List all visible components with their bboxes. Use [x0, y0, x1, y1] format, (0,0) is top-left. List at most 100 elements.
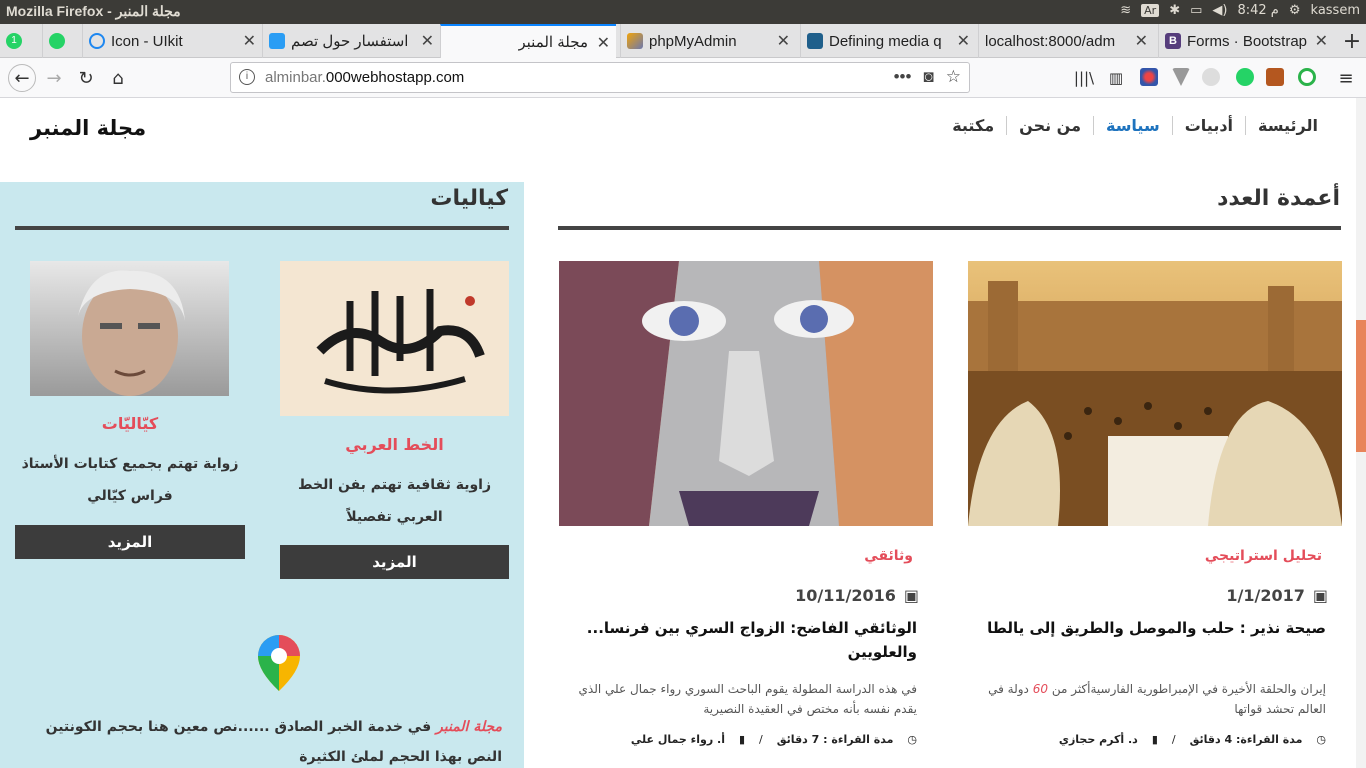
tab-whatsapp-2[interactable] [42, 24, 82, 58]
tab-label: Defining media q [829, 32, 942, 50]
post-author[interactable]: د. أكرم حجازي [1059, 733, 1138, 746]
clock-icon: ◷ [907, 733, 917, 746]
menu-item-literature[interactable]: أدبيات [1171, 116, 1245, 135]
back-button[interactable]: ← [8, 64, 36, 92]
tab-bootstrap[interactable]: B Forms · Bootstrap ✕ [1158, 24, 1334, 58]
menu-item-library[interactable]: مكتبة [940, 116, 1006, 135]
window-title: Mozilla Firefox - مجلة المنبر [6, 3, 181, 19]
tab-whatsapp-1[interactable]: 1 [0, 24, 42, 58]
forward-button[interactable]: → [42, 66, 66, 90]
card-title[interactable]: الخط العربي [280, 435, 509, 454]
section-title: أعمدة العدد [1217, 186, 1340, 211]
bluetooth-icon[interactable]: ✱ [1169, 3, 1180, 18]
bookmark-star-icon[interactable]: ☆ [946, 67, 961, 87]
site-icon [269, 33, 285, 49]
extension-icon[interactable] [1202, 68, 1220, 86]
post-image-face[interactable] [559, 261, 933, 526]
menu-icon[interactable]: ≡ [1334, 66, 1358, 90]
close-icon[interactable]: ✕ [243, 31, 256, 51]
bootstrap-icon: B [1165, 33, 1181, 49]
uikit-icon [89, 33, 105, 49]
volume-icon[interactable]: ◀) [1212, 3, 1227, 18]
close-icon[interactable]: ✕ [1135, 31, 1148, 51]
whatsapp-icon [49, 33, 65, 49]
search-extension-icon[interactable] [1298, 68, 1316, 86]
post-meta: ◷ مدة القراءة : 7 دقائق / ▮ أ. رواء جمال… [630, 733, 917, 746]
user-name[interactable]: kassem [1311, 3, 1360, 18]
info-icon[interactable]: i [239, 69, 255, 85]
new-tab-button[interactable]: + [1340, 29, 1364, 54]
author-portrait-image[interactable] [30, 261, 229, 396]
close-icon[interactable]: ✕ [1315, 31, 1328, 51]
close-icon[interactable]: ✕ [421, 31, 434, 51]
reload-button[interactable]: ↻ [74, 66, 98, 90]
scrollbar-thumb[interactable] [1356, 320, 1366, 452]
read-time: مدة القراءة : 7 دقائق [776, 733, 894, 746]
main-menu: الرئيسة أدبيات سياسة من نحن مكتبة [940, 116, 1330, 135]
post-author[interactable]: أ. رواء جمال علي [631, 733, 725, 746]
sidebar-icon[interactable]: ▥ [1104, 66, 1128, 90]
clock[interactable]: 8:42 م [1237, 3, 1278, 18]
tab-alminbar[interactable]: مجلة المنبر ✕ [440, 24, 616, 58]
close-icon[interactable]: ✕ [777, 31, 790, 51]
library-icon[interactable]: |||\ [1072, 66, 1096, 90]
extension-icon[interactable] [1140, 68, 1158, 86]
menu-item-politics[interactable]: سياسة [1092, 116, 1172, 135]
card-description: زاوية ثقافية تهتم بفن الخط العربي تفصيلا… [297, 477, 492, 525]
more-actions-icon[interactable]: ••• [894, 67, 912, 87]
post-title[interactable]: صيحة نذير : حلب والموصل والطريق إلى يالط… [982, 616, 1326, 640]
site-icon [807, 33, 823, 49]
read-time: مدة القراءة: 4 دقائق [1189, 733, 1303, 746]
tab-label: استفسار حول تصم [291, 33, 409, 50]
keyboard-layout[interactable]: Ar [1141, 4, 1160, 17]
card-calligraphy: الخط العربي زاوية ثقافية تهتم بفن الخط ا… [280, 261, 509, 581]
gear-icon[interactable]: ⚙ [1289, 3, 1301, 18]
card-title[interactable]: كيّاليّات [15, 414, 245, 433]
battery-icon[interactable]: ▭ [1190, 3, 1202, 18]
extension-icon[interactable] [1266, 68, 1284, 86]
pocket-icon[interactable]: ◙ [923, 67, 933, 87]
menu-item-home[interactable]: الرئيسة [1245, 116, 1330, 135]
post-image-battle[interactable] [968, 261, 1342, 526]
bookmark-icon: ▮ [738, 733, 746, 746]
extension-icon[interactable] [1172, 68, 1190, 86]
footer-brand[interactable]: مجلة المنبر [436, 719, 502, 735]
close-icon[interactable]: ✕ [957, 31, 970, 51]
sidebar: كياليات الخط العربي زاوية ثقافية تهتم بف… [0, 182, 524, 768]
tab-media-queries[interactable]: Defining media q ✕ [800, 24, 976, 58]
post-excerpt: في هذه الدراسة المطولة يقوم الباحث السور… [578, 682, 917, 716]
phpmyadmin-icon [627, 33, 643, 49]
calendar-icon: ▣ [1312, 586, 1328, 605]
tab-localhost[interactable]: localhost:8000/adm ✕ [978, 24, 1154, 58]
home-button[interactable]: ⌂ [106, 66, 130, 90]
wifi-icon[interactable]: ≋ [1120, 3, 1131, 18]
url-bar[interactable]: i alminbar.000webhostapp.com ••• ◙ ☆ [230, 62, 970, 93]
clock-icon: ◷ [1316, 733, 1326, 746]
page-scrollbar[interactable] [1356, 98, 1366, 768]
close-icon[interactable]: ✕ [597, 33, 610, 53]
post-title[interactable]: الوثائقي الفاضح: الزواج السري بين فرنسا.… [573, 616, 917, 664]
more-button[interactable]: المزيد [15, 525, 245, 559]
sidebar-footer-text: مجلة المنبر في خدمة الخبر الصادق ......ن… [45, 719, 502, 765]
more-button[interactable]: المزيد [280, 545, 509, 579]
card-description: زواية تهتم بجميع كتابات الأستاذ فراس كيّ… [21, 456, 239, 504]
tab-question[interactable]: استفسار حول تصم ✕ [262, 24, 440, 58]
menu-item-about[interactable]: من نحن [1006, 116, 1093, 135]
system-tray: ≋ Ar ✱ ▭ ◀) 8:42 م ⚙ kassem [1120, 3, 1360, 18]
site-header: الرئيسة أدبيات سياسة من نحن مكتبة مجلة ا… [0, 98, 1356, 178]
whatsapp-extension-icon[interactable] [1236, 68, 1254, 86]
divider [15, 226, 509, 230]
divider [558, 226, 1341, 230]
tab-uikit[interactable]: Icon - UIkit ✕ [82, 24, 262, 58]
browser-tab-bar: 1 Icon - UIkit ✕ استفسار حول تصم ✕ مجلة … [0, 24, 1366, 58]
post-category[interactable]: وثائقي [864, 548, 913, 564]
calligraphy-image[interactable] [280, 261, 509, 416]
bookmark-icon: ▮ [1151, 733, 1158, 746]
tab-phpmyadmin[interactable]: phpMyAdmin ✕ [620, 24, 796, 58]
post-date: 10/11/2016 ▣ [795, 586, 919, 605]
post-excerpt: إيران والحلقة الأخيرة في الإمبراطورية ال… [988, 682, 1326, 716]
tab-label: مجلة المنبر [518, 34, 588, 51]
site-logo[interactable]: مجلة المنبر [30, 116, 146, 140]
post-category[interactable]: تحليل استراتيجي [1205, 548, 1322, 564]
tab-label: localhost:8000/adm [985, 32, 1116, 50]
